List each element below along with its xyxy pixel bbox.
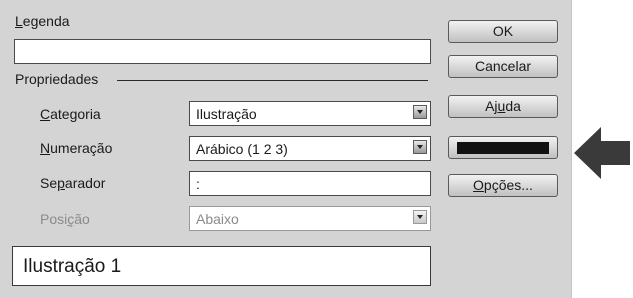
chevron-down-icon[interactable] [413, 105, 427, 119]
categoria-select[interactable]: Ilustração [189, 101, 431, 126]
help-button[interactable]: Ajuda [448, 95, 558, 118]
posicao-label: Posição [40, 211, 90, 227]
chevron-down-icon [413, 210, 427, 224]
posicao-select: Abaixo [189, 206, 431, 231]
preview-text: Ilustração 1 [23, 256, 122, 277]
ok-button[interactable]: OK [448, 20, 558, 43]
numeracao-label: Numeração [40, 140, 113, 156]
cancel-button[interactable]: Cancelar [448, 55, 558, 78]
separador-input[interactable]: : [189, 171, 431, 196]
highlight-bar [457, 142, 549, 154]
legenda-label: Legenda [15, 13, 70, 29]
caption-preview: Ilustração 1 [12, 246, 431, 286]
caption-dialog: Legenda Propriedades Categoria Ilustraçã… [0, 0, 572, 298]
legenda-input[interactable] [14, 39, 431, 64]
propriedades-heading: Propriedades [15, 71, 99, 87]
chevron-down-icon[interactable] [413, 140, 427, 154]
left-arrow-icon [574, 127, 630, 179]
categoria-label: Categoria [40, 106, 101, 122]
propriedades-divider [117, 80, 428, 81]
options-button[interactable]: Opções... [448, 174, 558, 197]
auto-caption-button[interactable] [448, 136, 558, 159]
separador-label: Separador [40, 175, 106, 191]
numeracao-select[interactable]: Arábico (1 2 3) [189, 136, 431, 161]
